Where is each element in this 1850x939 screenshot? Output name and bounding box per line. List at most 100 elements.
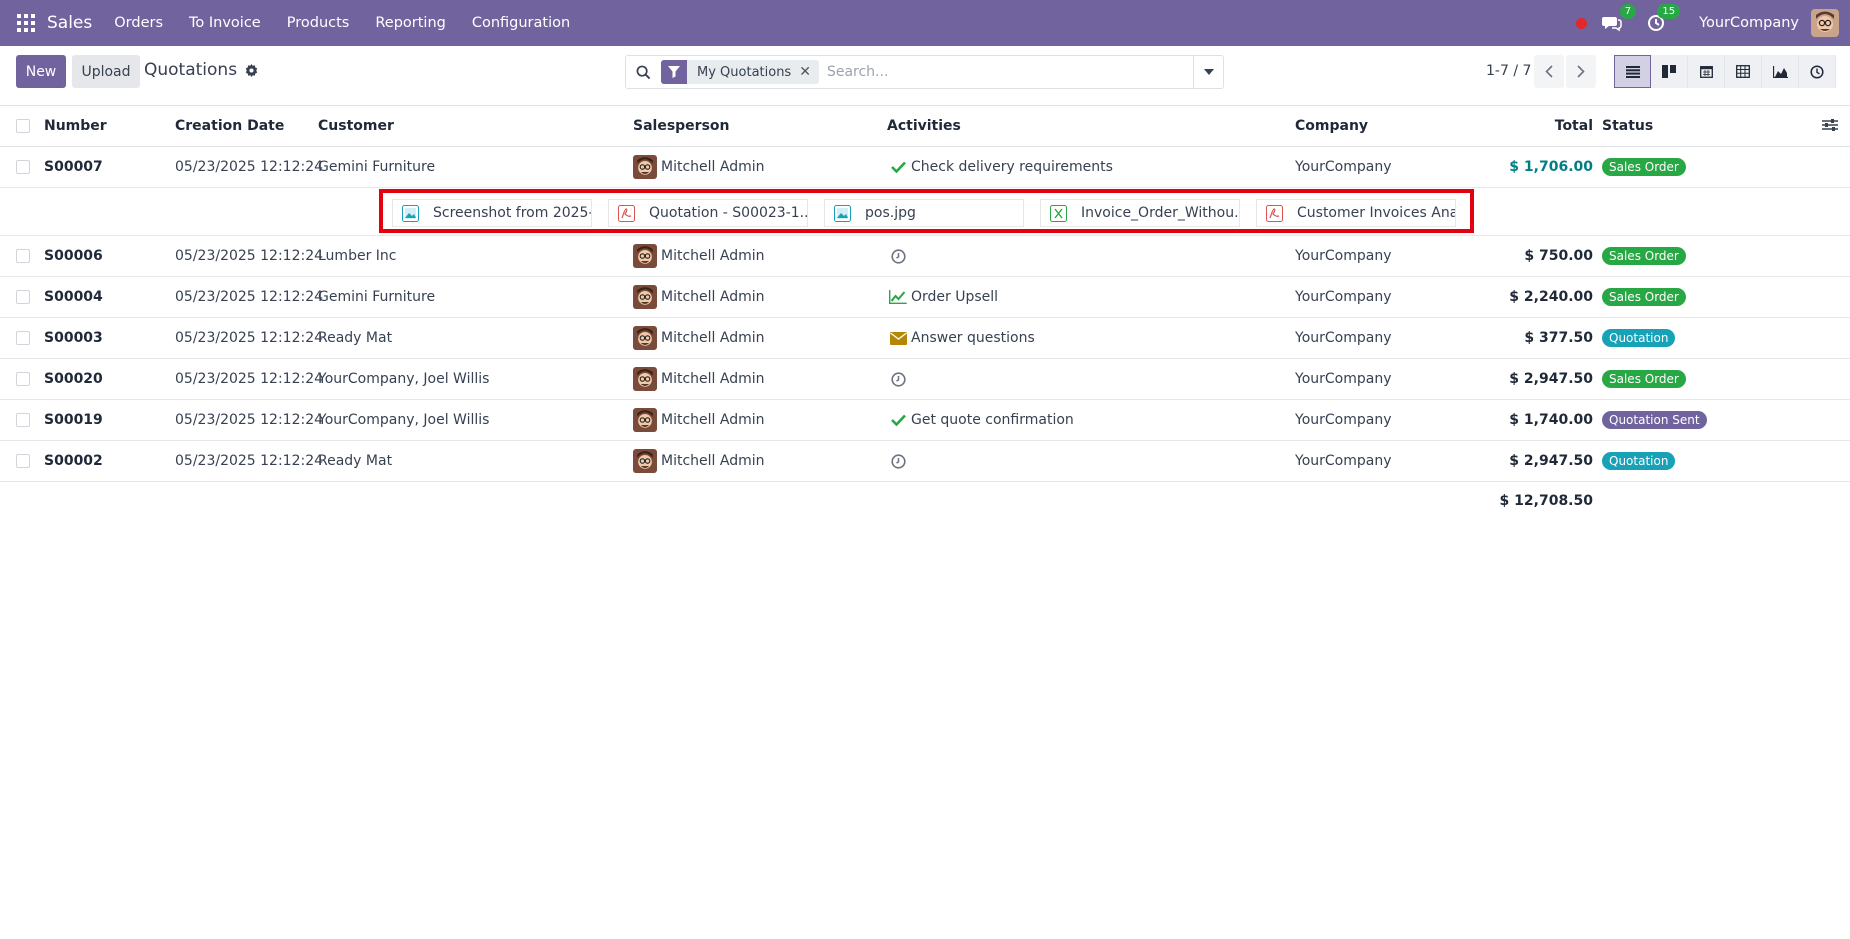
salesperson-avatar <box>633 285 657 309</box>
activity[interactable] <box>889 359 911 399</box>
calendar-view-button[interactable] <box>1688 55 1725 88</box>
order-total: $ 377.50 <box>1524 330 1593 346</box>
table-row[interactable]: S00007 05/23/2025 12:12:24 Gemini Furnitur… <box>0 147 1850 188</box>
salesperson: Mitchell Admin <box>633 277 765 317</box>
activity[interactable] <box>889 236 911 276</box>
col-status[interactable]: Status <box>1602 106 1653 146</box>
kanban-view-button[interactable] <box>1651 55 1688 88</box>
salesperson: Mitchell Admin <box>633 441 765 481</box>
row-checkbox[interactable] <box>16 331 30 345</box>
salesperson-avatar <box>633 326 657 350</box>
table-row[interactable]: S00019 05/23/2025 12:12:24 YourCompany, Jo… <box>0 400 1850 441</box>
new-button[interactable]: New <box>16 55 66 88</box>
row-checkbox[interactable] <box>16 454 30 468</box>
pager-next-button[interactable] <box>1566 55 1596 88</box>
salesperson: Mitchell Admin <box>633 318 765 358</box>
upload-button[interactable]: Upload <box>72 55 140 88</box>
row-checkbox[interactable] <box>16 413 30 427</box>
activities-clock-icon[interactable]: 15 <box>1645 4 1681 34</box>
pager-previous-button[interactable] <box>1534 55 1564 88</box>
activity[interactable] <box>889 441 911 481</box>
list-view-button[interactable] <box>1614 55 1651 88</box>
order-number: S00019 <box>44 412 103 428</box>
customer-name: Gemini Furniture <box>318 289 436 305</box>
search-input[interactable] <box>826 64 1187 80</box>
row-checkbox[interactable] <box>16 290 30 304</box>
activity-summary: Order Upsell <box>911 289 999 305</box>
activity[interactable]: Answer questions <box>889 318 1035 358</box>
customer-name: YourCompany, Joel Willis <box>318 412 490 428</box>
status-badge: Quotation Sent <box>1602 411 1707 429</box>
order-total: $ 2,947.50 <box>1509 371 1593 387</box>
order-total: $ 1,706.00 <box>1509 159 1593 175</box>
activity[interactable]: Order Upsell <box>889 277 998 317</box>
status-badge: Sales Order <box>1602 247 1686 265</box>
select-all-checkbox[interactable] <box>16 119 30 133</box>
control-panel: New Upload Quotations My Quotations ✕ 1-… <box>0 46 1850 106</box>
salesperson-avatar <box>633 244 657 268</box>
status-badge: Sales Order <box>1602 288 1686 306</box>
highlight-box <box>379 189 1474 233</box>
customer-name: Lumber Inc <box>318 248 397 264</box>
graph-view-button[interactable] <box>1762 55 1799 88</box>
col-creation-date[interactable]: Creation Date <box>175 106 284 146</box>
search-options-toggle[interactable] <box>1193 56 1223 88</box>
facet-remove-icon[interactable]: ✕ <box>799 64 819 80</box>
company-name: YourCompany <box>1295 371 1392 387</box>
activity-view-button[interactable] <box>1799 55 1836 88</box>
clock-icon[interactable] <box>889 247 907 265</box>
apps-menu-icon[interactable] <box>17 14 35 32</box>
activity[interactable]: Get quote confirmation <box>889 400 1074 440</box>
clock-icon[interactable] <box>889 370 907 388</box>
order-number: S00007 <box>44 159 103 175</box>
order-total: $ 2,947.50 <box>1509 453 1593 469</box>
col-company[interactable]: Company <box>1295 106 1368 146</box>
col-activities[interactable]: Activities <box>887 106 961 146</box>
pivot-view-button[interactable] <box>1725 55 1762 88</box>
row-checkbox[interactable] <box>16 249 30 263</box>
menu-orders[interactable]: Orders <box>114 15 163 31</box>
table-row[interactable]: S00020 05/23/2025 12:12:24 YourCompany, Jo… <box>0 359 1850 400</box>
row-checkbox[interactable] <box>16 160 30 174</box>
table-row[interactable]: S00004 05/23/2025 12:12:24 Gemini Furnitur… <box>0 277 1850 318</box>
clock-icon[interactable] <box>889 452 907 470</box>
table-row[interactable]: S00002 05/23/2025 12:12:24 Ready Mat Mitche… <box>0 441 1850 482</box>
top-navbar: Sales Orders To Invoice Products Reporti… <box>0 0 1850 46</box>
table-row[interactable]: S00003 05/23/2025 12:12:24 Ready Mat Mitche… <box>0 318 1850 359</box>
salesperson-name: Mitchell Admin <box>661 159 765 175</box>
app-name[interactable]: Sales <box>47 13 92 33</box>
order-number: S00006 <box>44 248 103 264</box>
envelope-icon[interactable] <box>889 329 907 347</box>
col-customer[interactable]: Customer <box>318 106 394 146</box>
company-name: YourCompany <box>1295 412 1392 428</box>
search-icon[interactable] <box>636 65 651 80</box>
col-total[interactable]: Total <box>1555 106 1593 146</box>
status-dot-icon[interactable] <box>1576 17 1588 29</box>
col-salesperson[interactable]: Salesperson <box>633 106 730 146</box>
activity[interactable]: Check delivery requirements <box>889 147 1113 187</box>
messaging-icon[interactable]: 7 <box>1601 4 1637 34</box>
row-checkbox[interactable] <box>16 372 30 386</box>
gear-icon[interactable] <box>245 63 258 77</box>
pager-value[interactable]: 1-7 / 7 <box>1486 63 1531 79</box>
search-bar: My Quotations ✕ <box>625 55 1224 89</box>
order-number: S00002 <box>44 453 103 469</box>
chart-line-icon[interactable] <box>889 288 907 306</box>
customer-name: Gemini Furniture <box>318 159 436 175</box>
search-facet: My Quotations ✕ <box>661 60 819 84</box>
col-number[interactable]: Number <box>44 106 107 146</box>
creation-date: 05/23/2025 12:12:24 <box>175 453 324 469</box>
table-row[interactable]: S00006 05/23/2025 12:12:24 Lumber Inc Mitch… <box>0 236 1850 277</box>
order-number: S00003 <box>44 330 103 346</box>
company-switcher[interactable]: YourCompany <box>1699 15 1799 31</box>
menu-to-invoice[interactable]: To Invoice <box>189 15 261 31</box>
check-icon[interactable] <box>889 158 907 176</box>
optional-columns-icon[interactable] <box>1822 118 1838 132</box>
check-icon[interactable] <box>889 411 907 429</box>
menu-products[interactable]: Products <box>287 15 350 31</box>
sum-total: $ 12,708.50 <box>1499 493 1593 509</box>
menu-configuration[interactable]: Configuration <box>472 15 570 31</box>
calendar-icon <box>1699 66 1713 78</box>
menu-reporting[interactable]: Reporting <box>375 15 446 31</box>
user-avatar[interactable] <box>1811 9 1839 37</box>
